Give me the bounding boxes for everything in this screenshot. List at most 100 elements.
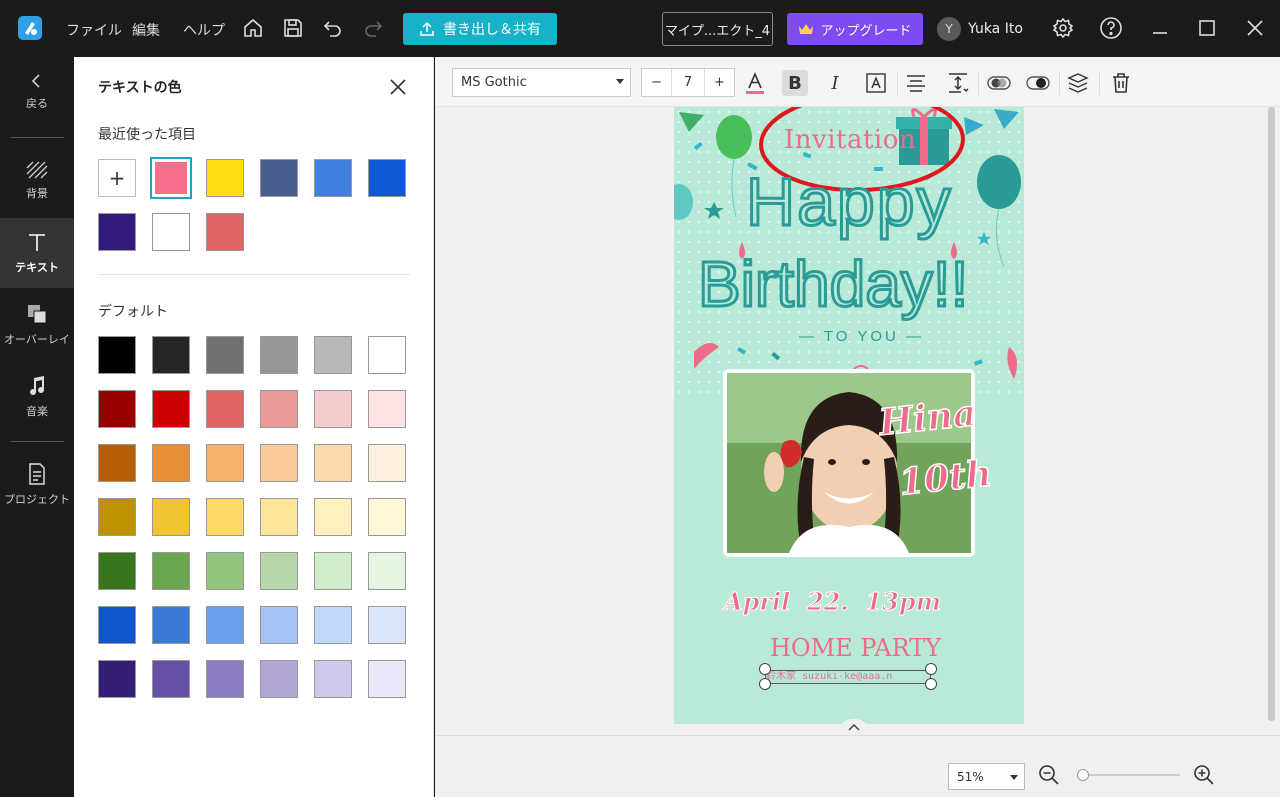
font-size-value[interactable]: 7 <box>672 69 704 96</box>
italic-button[interactable]: I <box>822 70 848 96</box>
resize-handle[interactable] <box>925 678 937 690</box>
default-color-swatch[interactable] <box>368 444 406 482</box>
font-family-select[interactable]: MS Gothic <box>452 68 631 97</box>
layers-icon[interactable] <box>1066 70 1092 96</box>
default-color-swatch[interactable] <box>260 498 298 536</box>
default-color-swatch[interactable] <box>260 552 298 590</box>
default-color-swatch[interactable] <box>368 390 406 428</box>
align-icon[interactable] <box>903 70 929 96</box>
party-text[interactable]: HOME PARTY <box>770 634 941 662</box>
recent-color-swatch[interactable] <box>150 157 192 199</box>
default-color-swatch[interactable] <box>368 606 406 644</box>
selected-text-box[interactable]: 鈴木家 suzuki-ke@aaa.n <box>765 670 931 684</box>
increase-size-button[interactable]: + <box>704 69 734 96</box>
default-color-swatch[interactable] <box>368 552 406 590</box>
default-color-swatch[interactable] <box>98 606 136 644</box>
gear-icon[interactable] <box>1051 16 1075 40</box>
default-color-swatch[interactable] <box>314 336 352 374</box>
default-color-swatch[interactable] <box>152 552 190 590</box>
happy-text[interactable]: Happy <box>745 163 953 242</box>
default-color-swatch[interactable] <box>152 444 190 482</box>
menu-help[interactable]: ヘルプ <box>183 20 225 40</box>
default-color-swatch[interactable] <box>98 336 136 374</box>
default-color-swatch[interactable] <box>206 336 244 374</box>
default-color-swatch[interactable] <box>314 552 352 590</box>
nav-music[interactable]: 音楽 <box>0 362 74 432</box>
font-size-stepper[interactable]: − 7 + <box>641 68 735 97</box>
recent-color-swatch[interactable] <box>206 159 244 197</box>
default-color-swatch[interactable] <box>314 444 352 482</box>
recent-color-swatch[interactable] <box>152 213 190 251</box>
default-color-swatch[interactable] <box>98 390 136 428</box>
default-color-swatch[interactable] <box>152 498 190 536</box>
default-color-swatch[interactable] <box>368 336 406 374</box>
text-box-icon[interactable] <box>863 70 889 96</box>
nav-project[interactable]: プロジェクト <box>0 450 74 520</box>
maximize-icon[interactable] <box>1195 16 1219 40</box>
invitation-card-canvas[interactable]: Invitation Happy Birthday!! — TO YOU — H… <box>674 107 1024 724</box>
default-color-swatch[interactable] <box>368 660 406 698</box>
text-color-icon[interactable] <box>742 70 768 96</box>
default-color-swatch[interactable] <box>260 660 298 698</box>
birthday-text[interactable]: Birthday!! <box>696 247 969 322</box>
zoom-in-icon[interactable] <box>1192 763 1216 791</box>
decrease-size-button[interactable]: − <box>642 69 672 96</box>
trash-icon[interactable] <box>1108 70 1134 96</box>
user-account[interactable]: Y Yuka Ito <box>937 17 1023 41</box>
resize-handle[interactable] <box>925 663 937 675</box>
default-color-swatch[interactable] <box>206 390 244 428</box>
shadow-toggle-icon[interactable] <box>986 70 1012 96</box>
default-color-swatch[interactable] <box>314 498 352 536</box>
line-spacing-icon[interactable] <box>945 70 971 96</box>
default-color-swatch[interactable] <box>260 606 298 644</box>
default-color-swatch[interactable] <box>152 606 190 644</box>
default-color-swatch[interactable] <box>260 444 298 482</box>
save-icon[interactable] <box>281 16 305 40</box>
menu-edit[interactable]: 編集 <box>132 20 160 40</box>
default-color-swatch[interactable] <box>314 606 352 644</box>
zoom-slider-knob[interactable] <box>1077 769 1090 781</box>
default-color-swatch[interactable] <box>152 390 190 428</box>
bold-button[interactable]: B <box>782 70 808 96</box>
minimize-icon[interactable] <box>1148 16 1172 40</box>
default-color-swatch[interactable] <box>368 498 406 536</box>
undo-icon[interactable] <box>321 16 345 40</box>
contact-text[interactable]: 鈴木家 suzuki-ke@aaa.n <box>766 671 930 683</box>
default-color-swatch[interactable] <box>98 552 136 590</box>
default-color-swatch[interactable] <box>206 606 244 644</box>
nav-text[interactable]: テキスト <box>0 218 74 288</box>
recent-color-swatch[interactable] <box>260 159 298 197</box>
recent-color-swatch[interactable] <box>98 213 136 251</box>
canvas-scrollbar[interactable] <box>1263 107 1280 727</box>
close-window-icon[interactable] <box>1243 16 1267 40</box>
default-color-swatch[interactable] <box>206 498 244 536</box>
default-color-swatch[interactable] <box>314 660 352 698</box>
default-color-swatch[interactable] <box>314 390 352 428</box>
export-share-button[interactable]: 書き出し＆共有 <box>403 13 557 45</box>
upgrade-button[interactable]: アップグレード <box>787 13 923 45</box>
date-text[interactable]: April 22. 13pm <box>723 587 941 617</box>
zoom-select[interactable]: 51% <box>948 763 1025 790</box>
invitation-text[interactable]: Invitation <box>784 125 916 155</box>
default-color-swatch[interactable] <box>206 552 244 590</box>
close-icon[interactable] <box>388 77 408 97</box>
resize-handle[interactable] <box>759 678 771 690</box>
nav-background[interactable]: 背景 <box>0 146 74 216</box>
nav-back[interactable]: 戻る <box>0 57 74 127</box>
nav-overlay[interactable]: オーバーレイ <box>0 290 74 360</box>
to-you-text[interactable]: — TO YOU — <box>799 328 924 345</box>
home-icon[interactable] <box>241 16 265 40</box>
default-color-swatch[interactable] <box>152 660 190 698</box>
resize-handle[interactable] <box>759 663 771 675</box>
default-color-swatch[interactable] <box>206 660 244 698</box>
default-color-swatch[interactable] <box>260 336 298 374</box>
add-color-button[interactable]: + <box>98 159 136 197</box>
outline-toggle-icon[interactable] <box>1025 70 1051 96</box>
zoom-slider-track[interactable] <box>1078 774 1180 776</box>
help-icon[interactable] <box>1099 16 1123 40</box>
recent-color-swatch[interactable] <box>368 159 406 197</box>
default-color-swatch[interactable] <box>98 444 136 482</box>
default-color-swatch[interactable] <box>98 498 136 536</box>
recent-color-swatch[interactable] <box>206 213 244 251</box>
default-color-swatch[interactable] <box>260 390 298 428</box>
